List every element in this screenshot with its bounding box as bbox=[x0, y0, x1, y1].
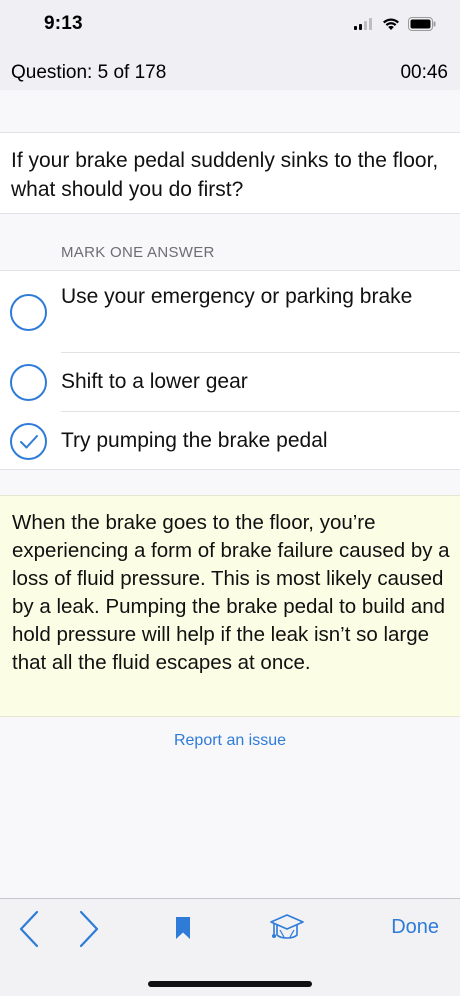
answer-label: Try pumping the brake pedal bbox=[61, 429, 328, 452]
answer-option-2[interactable]: Shift to a lower gear bbox=[0, 353, 460, 412]
question-card: If your brake pedal suddenly sinks to th… bbox=[0, 132, 460, 214]
chevron-right-icon[interactable] bbox=[78, 910, 100, 948]
status-bar: 9:13 bbox=[0, 0, 460, 52]
status-icons bbox=[354, 15, 436, 33]
checkmark-icon bbox=[20, 435, 38, 449]
question-header: Question: 5 of 178 00:46 bbox=[0, 52, 460, 90]
question-content[interactable]: If your brake pedal suddenly sinks to th… bbox=[0, 90, 460, 898]
answer-label: Shift to a lower gear bbox=[61, 370, 248, 393]
battery-icon bbox=[408, 17, 436, 31]
answer-label: Use your emergency or parking brake bbox=[61, 285, 413, 308]
answer-option-3[interactable]: Try pumping the brake pedal bbox=[0, 412, 460, 471]
report-issue-link[interactable]: Report an issue bbox=[0, 732, 460, 750]
bookmark-icon[interactable] bbox=[176, 917, 190, 939]
signal-icon bbox=[354, 18, 372, 30]
radio-checked-icon[interactable] bbox=[10, 423, 47, 460]
answer-section-label: MARK ONE ANSWER bbox=[61, 244, 215, 261]
explanation-box: When the brake goes to the floor, you’re… bbox=[0, 495, 460, 717]
wifi-icon bbox=[383, 18, 399, 30]
answer-option-1[interactable]: Use your emergency or parking brake bbox=[0, 271, 460, 353]
graduation-cap-icon[interactable] bbox=[268, 913, 306, 943]
radio-unchecked-icon[interactable] bbox=[10, 364, 47, 401]
status-time: 9:13 bbox=[44, 13, 83, 34]
radio-unchecked-icon[interactable] bbox=[10, 294, 47, 331]
answer-list: Use your emergency or parking brake Shif… bbox=[0, 270, 460, 470]
question-counter: Question: 5 of 178 bbox=[11, 62, 167, 83]
done-button[interactable]: Done bbox=[391, 916, 439, 939]
explanation-text: When the brake goes to the floor, you’re… bbox=[12, 511, 450, 674]
question-timer: 00:46 bbox=[400, 62, 448, 83]
chevron-left-icon[interactable] bbox=[18, 910, 40, 948]
question-text: If your brake pedal suddenly sinks to th… bbox=[11, 149, 439, 201]
home-indicator[interactable] bbox=[148, 981, 312, 987]
